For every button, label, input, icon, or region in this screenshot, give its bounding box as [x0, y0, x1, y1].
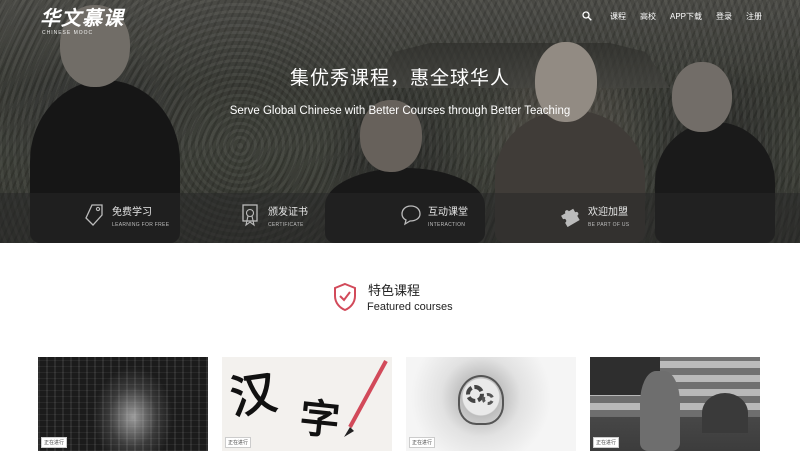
- nav-app-download[interactable]: APP下载: [670, 11, 702, 22]
- capitol-dome: [702, 393, 748, 433]
- course-card[interactable]: 正在进行: [38, 357, 208, 451]
- logo-chinese: 华文慕课: [40, 6, 124, 30]
- nav-register[interactable]: 注册: [746, 11, 762, 22]
- status-badge: 正在进行: [593, 437, 620, 448]
- feature-sublabel: LEARNING FOR FREE: [112, 222, 170, 228]
- brush-icon: [344, 360, 388, 437]
- section-title-cn: 特色课程: [368, 283, 421, 298]
- search-icon[interactable]: [578, 9, 596, 23]
- status-badge: 正在进行: [41, 437, 68, 448]
- feature-free-learning: 免费学习 LEARNING FOR FREE: [84, 203, 169, 228]
- statue-of-liberty: [640, 371, 680, 451]
- course-card[interactable]: 汉 字 正在进行: [222, 357, 392, 451]
- course-thumbnail: 汉: [226, 365, 280, 425]
- course-card[interactable]: 正在进行: [590, 357, 760, 451]
- feature-strip: 免费学习 LEARNING FOR FREE 颁发证书 CERTIFICATE …: [0, 193, 800, 243]
- feature-join-us: 欢迎加盟 BE PART OF US: [560, 203, 629, 228]
- feature-label: 免费学习: [112, 207, 152, 218]
- nav-login[interactable]: 登录: [716, 11, 732, 22]
- tag-icon: [85, 204, 103, 226]
- feature-label: 颁发证书: [268, 207, 308, 218]
- feature-interaction: 互动课堂 INTERACTION: [400, 203, 468, 228]
- feature-sublabel: BE PART OF US: [588, 222, 630, 228]
- site-logo[interactable]: 华文慕课 CHINESE MOOC: [40, 2, 124, 36]
- status-badge: 正在进行: [409, 437, 436, 448]
- course-thumbnail: 字: [297, 394, 342, 445]
- feature-label: 欢迎加盟: [588, 207, 628, 218]
- certificate-icon: [242, 204, 258, 227]
- course-card[interactable]: 正在进行: [406, 357, 576, 451]
- hero-banner: 华文慕课 CHINESE MOOC 课程 高校 APP下载 登录 注册 集优秀课…: [0, 0, 800, 243]
- featured-courses-header: 特色课程 Featured courses: [333, 280, 453, 313]
- feature-label: 互动课堂: [428, 207, 468, 218]
- gear-icon: [482, 393, 494, 405]
- feature-sublabel: INTERACTION: [428, 222, 466, 228]
- feature-certificate: 颁发证书 CERTIFICATE: [240, 203, 308, 228]
- top-nav: 课程 高校 APP下载 登录 注册: [578, 9, 762, 23]
- section-title-en: Featured courses: [367, 301, 453, 313]
- hero-subtitle: Serve Global Chinese with Better Courses…: [229, 105, 571, 117]
- logo-english: CHINESE MOOC: [42, 30, 94, 36]
- shield-check-icon: [334, 282, 356, 311]
- nav-courses[interactable]: 课程: [610, 11, 626, 22]
- hero-title: 集优秀课程，惠全球华人: [289, 67, 510, 89]
- status-badge: 正在进行: [225, 437, 252, 448]
- feature-sublabel: CERTIFICATE: [268, 222, 304, 228]
- chat-bubble-icon: [401, 205, 421, 226]
- puzzle-icon: [561, 208, 580, 227]
- nav-universities[interactable]: 高校: [640, 11, 656, 22]
